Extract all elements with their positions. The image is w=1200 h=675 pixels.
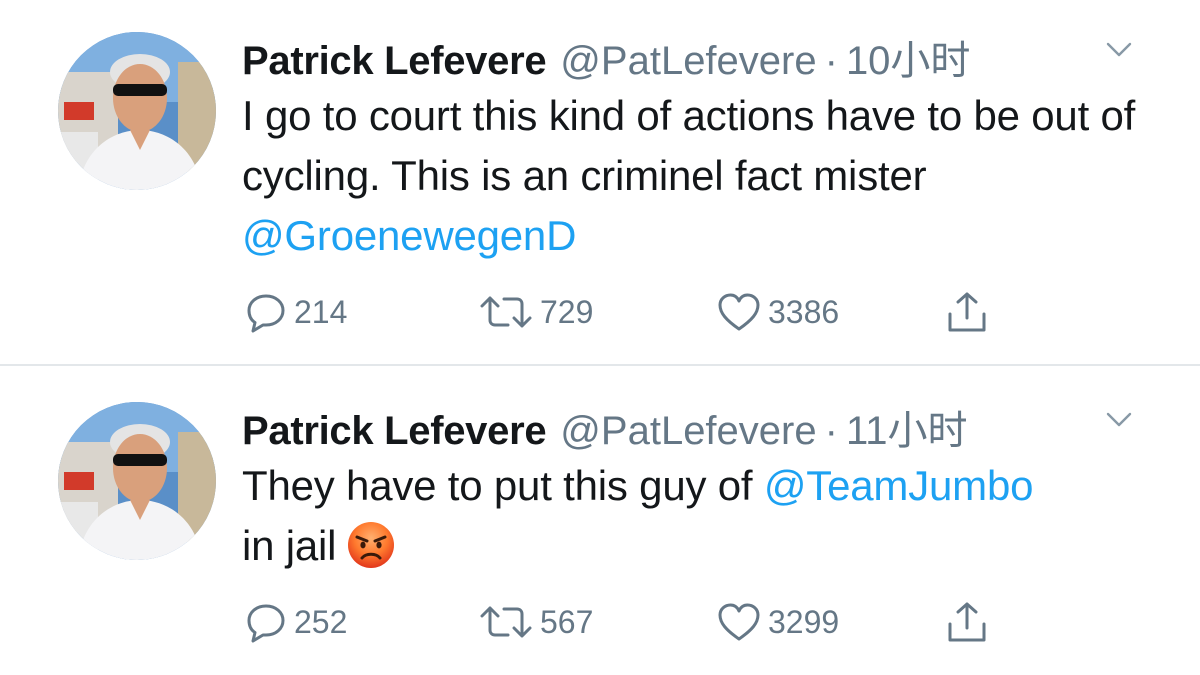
reply-icon — [247, 294, 285, 333]
author-handle[interactable]: @PatLefevere — [560, 409, 816, 454]
chevron-down-icon[interactable] — [1106, 412, 1132, 428]
tweet-time[interactable]: 11小时 — [846, 398, 968, 456]
tweet-text-part: They have to put this guy of — [242, 462, 764, 509]
tweet[interactable]: Patrick Lefevere @PatLefevere · 11小时 The… — [0, 366, 1200, 675]
tweet-actions: 214 729 3386 — [242, 288, 1042, 336]
reply-button[interactable]: 252 — [244, 598, 347, 646]
avatar[interactable] — [58, 402, 216, 560]
retweet-icon — [480, 606, 532, 638]
reply-count: 214 — [294, 293, 348, 330]
tweet-text: I go to court this kind of actions have … — [242, 86, 1162, 266]
share-icon — [948, 292, 986, 332]
mention-link[interactable]: @GroenewegenD — [242, 212, 576, 259]
retweet-count: 729 — [540, 293, 594, 330]
share-button[interactable] — [944, 598, 990, 646]
author-name[interactable]: Patrick Lefevere — [242, 39, 547, 84]
retweet-icon — [480, 296, 532, 328]
tweet-text-part: I go to court this kind of actions have … — [242, 92, 1136, 199]
avatar[interactable] — [58, 32, 216, 190]
like-count: 3299 — [768, 603, 840, 640]
retweet-count: 567 — [540, 603, 594, 640]
angry-face-emoji — [348, 522, 395, 568]
retweet-button[interactable]: 729 — [478, 288, 593, 336]
share-icon — [948, 602, 986, 642]
share-button[interactable] — [944, 288, 990, 336]
like-button[interactable]: 3299 — [716, 598, 839, 646]
tweet[interactable]: Patrick Lefevere @PatLefevere · 10小时 I g… — [0, 0, 1200, 364]
tweet-actions: 252 567 3299 — [242, 598, 1042, 646]
mention-link[interactable]: @TeamJumbo — [764, 462, 1034, 509]
reply-icon — [247, 604, 285, 643]
retweet-button[interactable]: 567 — [478, 598, 593, 646]
like-count: 3386 — [768, 293, 840, 330]
tweet-text: They have to put this guy of @TeamJumbo i… — [242, 456, 1162, 576]
tweet-header: Patrick Lefevere @PatLefevere · 11小时 — [242, 398, 1160, 453]
author-handle[interactable]: @PatLefevere — [560, 39, 816, 84]
separator-dot: · — [824, 409, 838, 453]
reply-button[interactable]: 214 — [244, 288, 347, 336]
separator-dot: · — [824, 39, 838, 83]
author-name[interactable]: Patrick Lefevere — [242, 409, 547, 454]
reply-count: 252 — [294, 603, 348, 640]
tweet-header: Patrick Lefevere @PatLefevere · 10小时 — [242, 28, 1160, 83]
tweet-time[interactable]: 10小时 — [846, 28, 971, 86]
heart-icon — [718, 293, 760, 331]
heart-icon — [718, 603, 760, 641]
chevron-down-icon[interactable] — [1106, 42, 1132, 58]
like-button[interactable]: 3386 — [716, 288, 839, 336]
tweet-text-part: in jail — [242, 522, 337, 569]
